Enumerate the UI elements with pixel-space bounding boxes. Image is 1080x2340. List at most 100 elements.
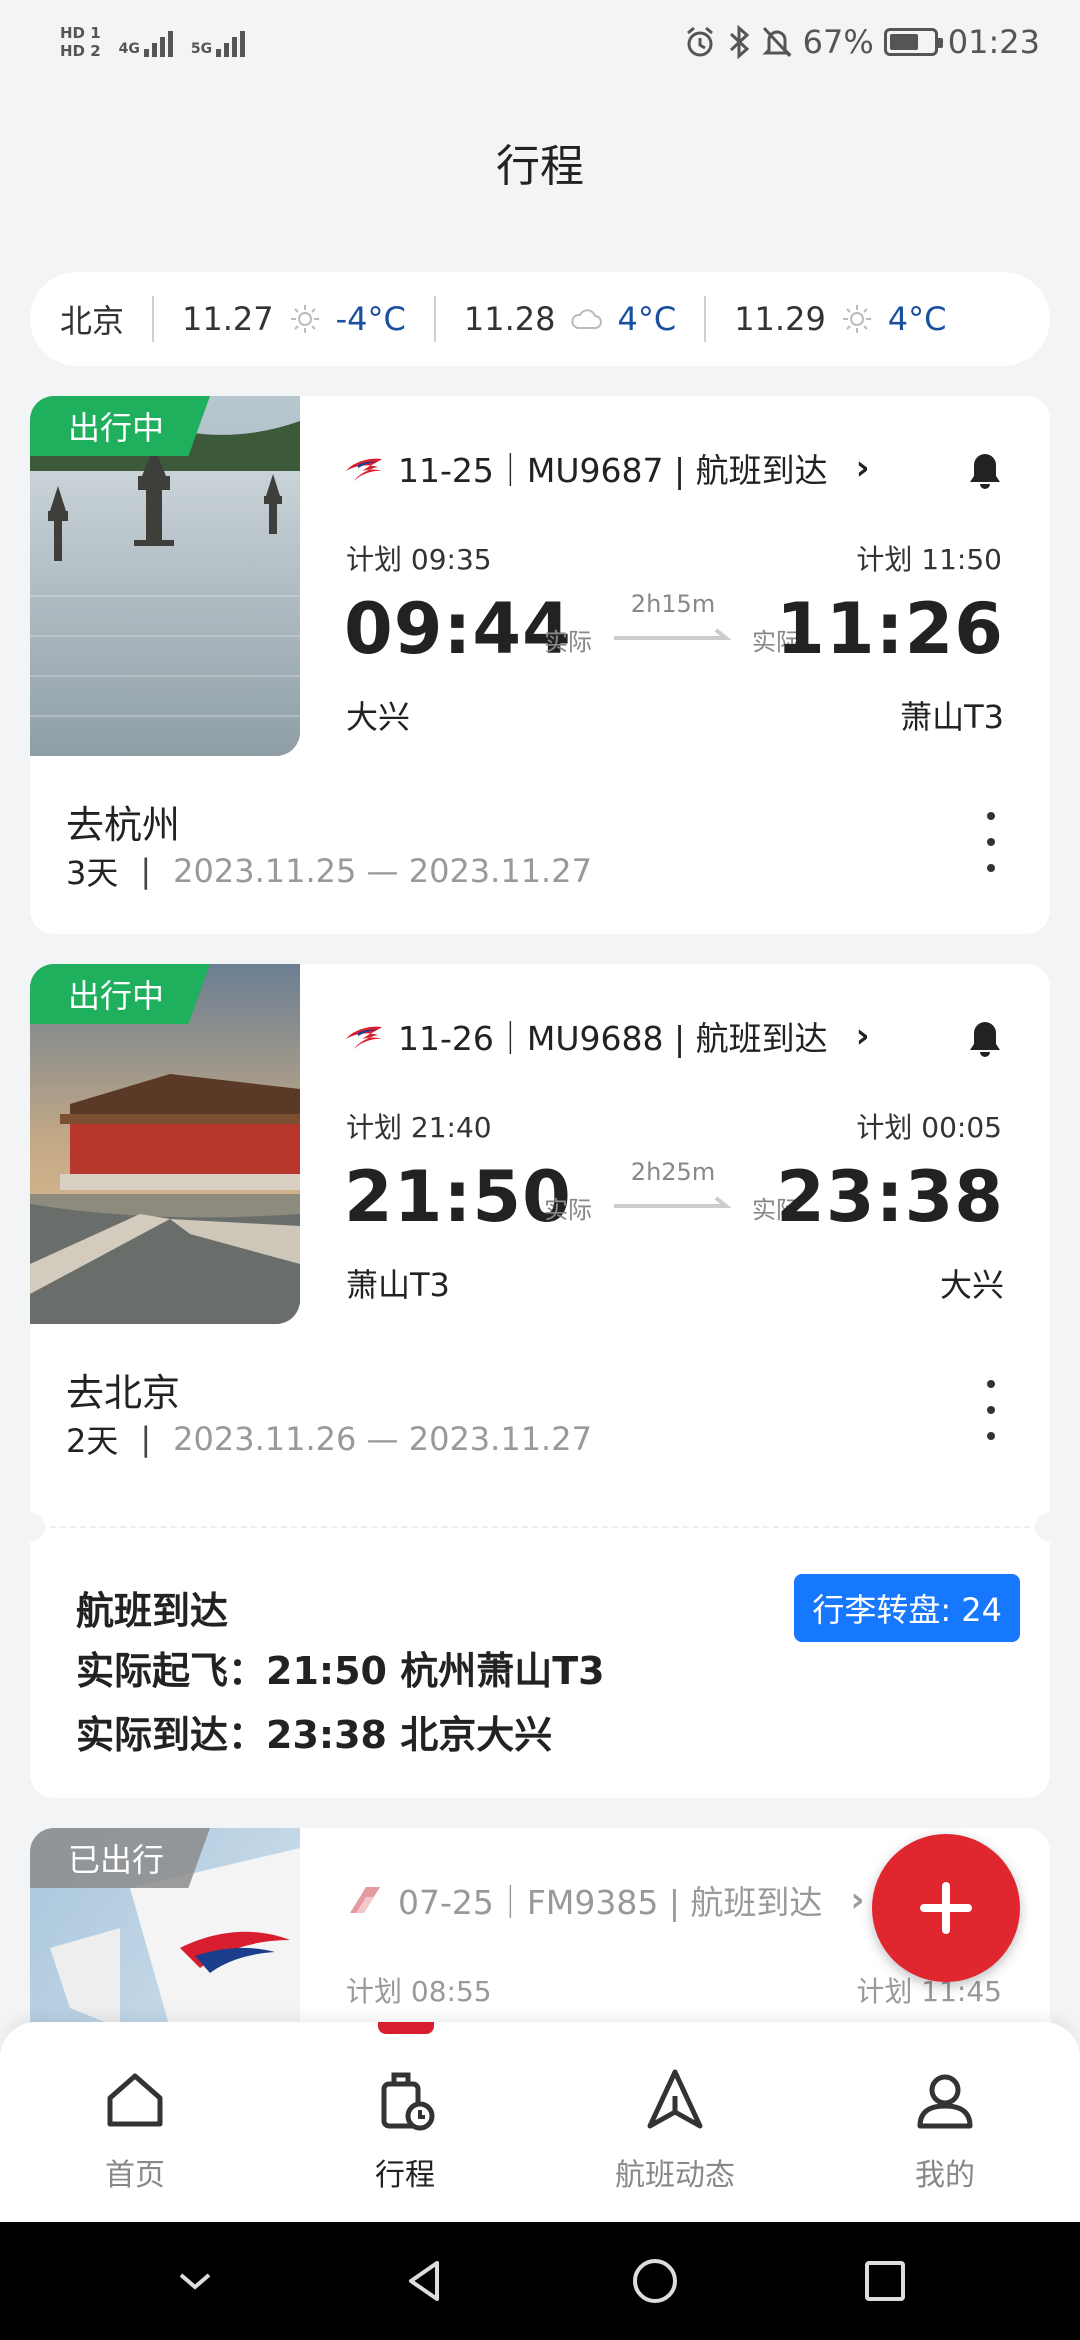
trip-title: 去北京 [66, 1371, 181, 1415]
actual-takeoff-line: 实际起飞：21:50 杭州萧山T3 [76, 1649, 605, 1693]
baggage-carousel-badge: 行李转盘: 24 [794, 1574, 1020, 1642]
recents-icon[interactable] [857, 2253, 913, 2309]
hd-indicator: HD 1 HD 2 [60, 24, 101, 60]
actual-arrival-time: 11:26 [776, 588, 1004, 670]
weather-date: 11.27 [182, 300, 274, 338]
chevron-right-icon: › [850, 1880, 865, 1920]
cloud-icon [571, 309, 603, 329]
tab-profile[interactable]: 我的 [845, 2066, 1045, 2194]
tab-itinerary[interactable]: 行程 [305, 2066, 505, 2194]
divider [433, 296, 436, 342]
airline-logo-icon [346, 458, 382, 481]
weather-strip[interactable]: 北京 11.27 -4°C 11.28 4°C 11.29 4°C [30, 272, 1050, 366]
flight-duration: 2h25m [630, 1158, 716, 1186]
separator: | [140, 1420, 152, 1458]
network-5g-label: 5G [190, 41, 213, 57]
tab-label: 我的 [915, 2158, 975, 2193]
status-left: HD 1 HD 2 4G 5G [60, 24, 246, 60]
planned-arrival: 计划 11:50 [856, 543, 1002, 576]
more-options-icon[interactable] [984, 1380, 998, 1440]
trip-card[interactable]: 出行中 11-26｜MU9688 | 航班到达 › 计划 21:40 计划 00… [30, 964, 1050, 1798]
status-right: 67% 01:23 [683, 23, 1040, 61]
flight-summary: 11-25｜MU9687 | 航班到达 [398, 451, 828, 490]
tab-home[interactable]: 首页 [35, 2066, 235, 2194]
weather-temp: -4°C [335, 300, 406, 338]
tab-label: 航班动态 [615, 2158, 735, 2193]
flight-summary: 11-26｜MU9688 | 航班到达 [398, 1019, 828, 1058]
add-trip-button[interactable] [872, 1834, 1020, 1982]
signal-icon [216, 27, 246, 57]
page-title: 行程 [496, 141, 584, 192]
bottom-tab-bar: 首页 行程 航班动态 我的 [0, 2022, 1080, 2222]
arrival-airport: 萧山T3 [900, 698, 1004, 736]
actual-departure-time: 21:50 [344, 1156, 572, 1238]
status-badge: 出行中 [30, 964, 211, 1024]
system-nav-bar [0, 2222, 1080, 2340]
trip-card[interactable]: 出行中 11-25｜MU9687 | 航班到达 › 计划 09:35 计划 11… [30, 396, 1050, 934]
weather-day: 11.29 4°C [734, 300, 946, 338]
actual-label: 实际 [544, 1196, 592, 1224]
arrow-right-icon [614, 1196, 732, 1208]
flight-duration: 2h15m [630, 590, 716, 618]
back-icon[interactable] [397, 2253, 453, 2309]
sun-icon [842, 305, 871, 333]
trip-meta: 3天 | 2023.11.25 — 2023.11.27 [66, 848, 592, 894]
actual-label: 实际 [544, 628, 592, 656]
luggage-icon [381, 2072, 435, 2131]
card-notch [30, 1512, 45, 1542]
plane-icon [647, 2069, 703, 2129]
weather-day: 11.28 4°C [464, 300, 676, 338]
chevron-down-icon[interactable] [167, 2253, 223, 2309]
chevron-right-icon: › [855, 448, 870, 488]
more-options-icon[interactable] [984, 812, 998, 872]
actual-arrival-line: 实际到达：23:38 北京大兴 [76, 1713, 553, 1757]
user-icon [917, 2074, 973, 2129]
trip-dates: 2023.11.25 — 2023.11.27 [173, 852, 592, 890]
actual-departure-time: 09:44 [344, 588, 572, 670]
trip-meta: 2天 | 2023.11.26 — 2023.11.27 [66, 1416, 592, 1462]
tab-label: 首页 [105, 2158, 165, 2193]
trip-dates: 2023.11.26 — 2023.11.27 [173, 1420, 592, 1458]
divider [152, 296, 155, 342]
hd1-label: HD 1 [60, 24, 101, 42]
status-badge: 已出行 [30, 1828, 211, 1888]
card-notch [1035, 1512, 1050, 1542]
actual-arrival-time: 23:38 [776, 1156, 1004, 1238]
battery-icon [883, 28, 943, 56]
arrival-status-title: 航班到达 [76, 1589, 229, 1633]
clock: 01:23 [947, 23, 1040, 61]
flight-info[interactable]: 11-25｜MU9687 | 航班到达 › [344, 444, 870, 492]
hd2-label: HD 2 [60, 42, 101, 60]
planned-departure: 计划 21:40 [346, 1111, 492, 1144]
network-4g-label: 4G [118, 41, 140, 57]
weather-temp: 4°C [617, 300, 677, 338]
weather-date: 11.28 [463, 300, 556, 338]
planned-arrival: 计划 00:05 [856, 1111, 1002, 1144]
planned-departure: 计划 09:35 [346, 543, 492, 576]
bell-icon[interactable] [966, 450, 1004, 490]
plus-icon [920, 1882, 972, 1934]
home-circle-icon[interactable] [627, 2253, 683, 2309]
sun-icon [290, 305, 319, 333]
flight-info[interactable]: 07-25｜FM9385 | 航班到达 › [344, 1876, 864, 1924]
tab-flight-status[interactable]: 航班动态 [575, 2066, 775, 2194]
divider [704, 296, 707, 342]
planned-departure: 计划 08:55 [346, 1975, 492, 2008]
flight-info[interactable]: 11-26｜MU9688 | 航班到达 › [344, 1012, 870, 1060]
separator: | [140, 852, 152, 890]
airline-logo-icon [346, 1026, 382, 1049]
mute-icon [762, 26, 792, 58]
weather-city: 北京 [60, 302, 125, 340]
flight-summary: 07-25｜FM9385 | 航班到达 [398, 1883, 823, 1922]
bell-icon[interactable] [966, 1018, 1004, 1058]
active-tab-indicator [378, 2022, 434, 2034]
alarm-icon [686, 26, 713, 57]
signal-icon [143, 27, 173, 57]
weather-temp: 4°C [887, 300, 947, 338]
trip-image-hangzhou: 出行中 [30, 396, 300, 756]
chevron-right-icon: › [855, 1016, 870, 1056]
dashed-divider [30, 1526, 1050, 1528]
weather-day: 11.27 -4°C [182, 300, 406, 338]
trip-title: 去杭州 [66, 803, 181, 847]
departure-airport: 大兴 [346, 698, 411, 736]
